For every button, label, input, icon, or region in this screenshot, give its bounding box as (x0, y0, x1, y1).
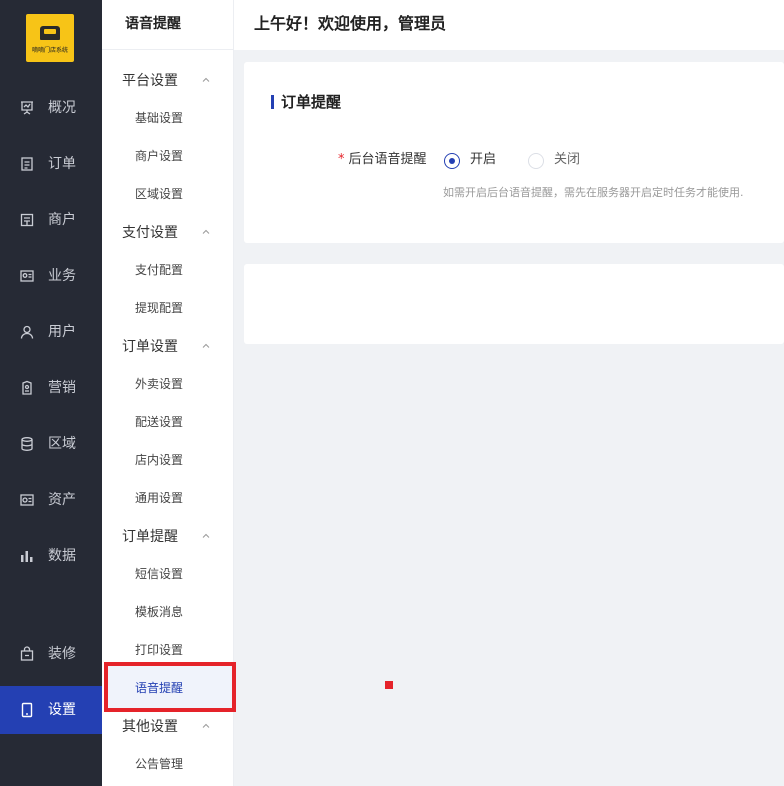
radio-off-label[interactable]: 关闭 (554, 151, 580, 169)
submenu-group-other[interactable]: 其他设置 (122, 717, 178, 737)
nav-item-label: 装修 (48, 646, 76, 662)
submenu-item-region[interactable]: 区域设置 (135, 185, 183, 203)
chevron-up-icon[interactable] (202, 342, 210, 350)
logo-text: 嘀嘀门店系统 (31, 47, 68, 54)
nav-item-label: 设置 (48, 702, 76, 718)
nav-item-assets[interactable]: 资产 (0, 476, 102, 524)
submenu-item-payment-config[interactable]: 支付配置 (135, 261, 183, 279)
card-title: 订单提醒 (281, 93, 342, 111)
nav-item-label: 用户 (48, 324, 76, 340)
user-icon (20, 325, 34, 339)
car-icon (40, 26, 60, 40)
nav-item-label: 数据 (48, 548, 76, 564)
nav-item-label: 业务 (48, 268, 76, 284)
radio-on-label[interactable]: 开启 (470, 151, 496, 169)
submenu-item-delivery[interactable]: 配送设置 (135, 413, 183, 431)
submenu-group-payment[interactable]: 支付设置 (122, 223, 178, 243)
main-nav: 嘀嘀门店系统 概况 订单 商户 业务 用户 营销 区域 资产 数据 装修 设置 (0, 0, 102, 786)
nav-item-orders[interactable]: 订单 (0, 140, 102, 188)
cursor-marker (385, 681, 393, 689)
nav-item-business[interactable]: 业务 (0, 252, 102, 300)
submenu-item-in-store[interactable]: 店内设置 (135, 451, 183, 469)
id-card-icon (20, 270, 34, 282)
submenu-group-order-reminder[interactable]: 订单提醒 (122, 527, 178, 547)
title-accent-bar (271, 95, 274, 109)
submenu-item-takeout[interactable]: 外卖设置 (135, 375, 183, 393)
tag-icon (22, 380, 32, 395)
submenu-item-basic[interactable]: 基础设置 (135, 109, 183, 127)
presentation-icon (21, 101, 33, 115)
chevron-up-icon[interactable] (202, 722, 210, 730)
greeting-text: 上午好！欢迎使用，管理员 (254, 14, 447, 33)
nav-item-data[interactable]: 数据 (0, 532, 102, 580)
nav-item-label: 概况 (48, 100, 76, 116)
highlight-box (104, 662, 236, 712)
nav-item-decoration[interactable]: 装修 (0, 630, 102, 678)
hint-text: 如需开启后台语音提醒，需先在服务器开启定时任务才能使用. (443, 186, 744, 199)
submenu-item-withdraw-config[interactable]: 提现配置 (135, 299, 183, 317)
voice-reminder-label: * 后台语音提醒 (338, 151, 427, 169)
document-icon (21, 157, 33, 171)
order-reminder-card: 订单提醒 * 后台语音提醒 开启 关闭 如需开启后台语音提醒，需先在服务器开启定时… (244, 62, 784, 243)
radio-on[interactable] (444, 153, 460, 169)
radio-off[interactable] (528, 153, 544, 169)
nav-item-overview[interactable]: 概况 (0, 84, 102, 132)
nav-item-label: 商户 (48, 212, 76, 228)
nav-item-region[interactable]: 区域 (0, 420, 102, 468)
nav-item-settings[interactable]: 设置 (0, 686, 102, 734)
wallet-icon (20, 494, 34, 506)
submenu-item-template[interactable]: 模板消息 (135, 603, 183, 621)
chevron-up-icon[interactable] (202, 532, 210, 540)
shopping-bag-icon (20, 646, 34, 661)
voice-reminder-label-text: 后台语音提醒 (348, 152, 427, 167)
nav-item-label: 区域 (48, 436, 76, 452)
store-icon (20, 213, 34, 227)
submenu-item-general[interactable]: 通用设置 (135, 489, 183, 507)
bar-chart-icon (21, 551, 33, 562)
nav-item-label: 资产 (48, 492, 76, 508)
nav-item-label: 订单 (48, 156, 76, 172)
nav-item-merchants[interactable]: 商户 (0, 196, 102, 244)
chevron-up-icon[interactable] (202, 228, 210, 236)
submenu-group-order[interactable]: 订单设置 (122, 337, 178, 357)
submenu-item-print[interactable]: 打印设置 (135, 641, 183, 659)
required-mark: * (338, 152, 345, 167)
tablet-icon (21, 702, 33, 718)
nav-item-label: 营销 (48, 380, 76, 396)
submenu-item-sms[interactable]: 短信设置 (135, 565, 183, 583)
action-card (244, 264, 784, 344)
database-icon (21, 437, 33, 451)
submenu-item-announcement[interactable]: 公告管理 (135, 755, 183, 773)
submenu-item-merchant[interactable]: 商户设置 (135, 147, 183, 165)
nav-item-marketing[interactable]: 营销 (0, 364, 102, 412)
submenu-group-platform[interactable]: 平台设置 (122, 71, 178, 91)
submenu-title: 语音提醒 (102, 0, 233, 50)
nav-item-users[interactable]: 用户 (0, 308, 102, 356)
logo[interactable]: 嘀嘀门店系统 (26, 14, 74, 62)
top-header: 上午好！欢迎使用，管理员 (234, 0, 784, 50)
chevron-up-icon[interactable] (202, 76, 210, 84)
